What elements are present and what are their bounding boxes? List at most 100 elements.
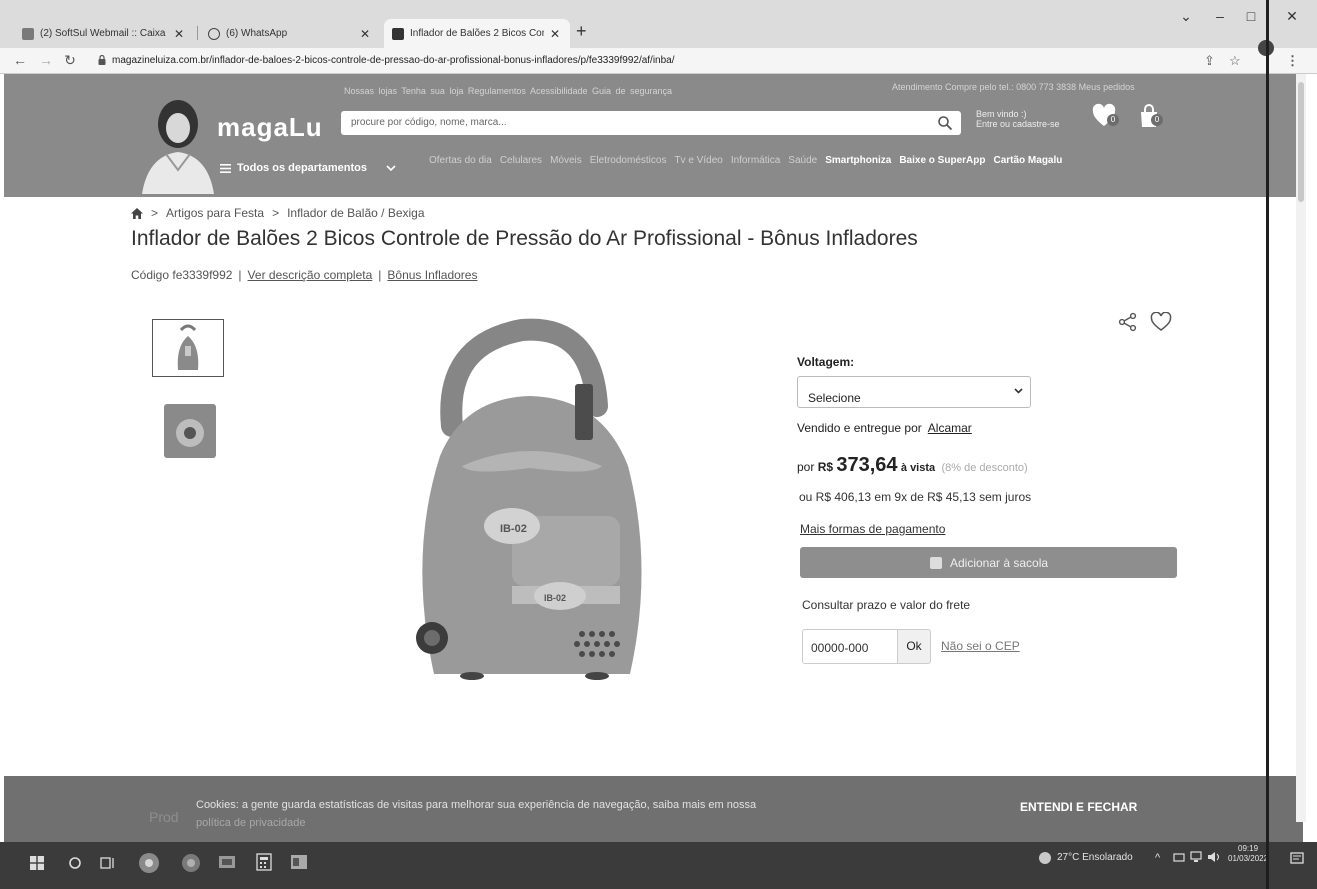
weather-sun-icon[interactable] [1038, 851, 1052, 865]
chrome-icon[interactable] [138, 852, 160, 874]
notifications-icon[interactable] [1290, 852, 1304, 866]
cookie-text: Cookies: a gente guarda estatísticas de … [196, 799, 757, 811]
seller-link[interactable]: Alcamar [928, 421, 972, 435]
search-circle-icon[interactable] [68, 856, 82, 870]
new-tab-button[interactable]: + [576, 21, 587, 42]
add-to-bag-button[interactable]: Adicionar à sacola [800, 547, 1177, 578]
app-orb-icon[interactable] [181, 853, 201, 873]
tab-title: (2) SoftSul Webmail :: Caixa de e [40, 28, 168, 39]
system-clock[interactable]: 09:19 01/03/2022 [1228, 844, 1268, 864]
tab-strip: (2) SoftSul Webmail :: Caixa de e ✕ (6) … [0, 0, 1317, 48]
breadcrumb-item-inflador[interactable]: Inflador de Balão / Bexiga [287, 206, 424, 220]
calculator-icon[interactable] [256, 853, 272, 871]
share-page-icon[interactable]: ⇪ [1204, 53, 1215, 69]
cookie-banner: Prod Cookies: a gente guarda estatística… [4, 776, 1303, 842]
product-meta: Código fe3339f992 | Ver descrição completa… [131, 268, 477, 282]
volume-icon[interactable] [1207, 851, 1221, 863]
price-value: 373,64 [836, 454, 898, 476]
cart-count-badge: 0 [1151, 114, 1163, 126]
url-field[interactable]: magazineluiza.com.br/inflador-de-baloes-… [112, 55, 675, 66]
back-arrow-icon[interactable]: ← [12, 52, 28, 68]
media-app-icon[interactable] [218, 854, 236, 870]
search-input[interactable]: procure por código, nome, marca... [351, 117, 507, 128]
bookmark-star-icon[interactable]: ☆ [1229, 53, 1241, 69]
tab-close-icon[interactable]: ✕ [358, 27, 372, 41]
thumbnail-1[interactable] [152, 319, 224, 377]
network-icon[interactable] [1190, 851, 1202, 863]
discount-text: (8% de desconto) [941, 462, 1028, 474]
maximize-button[interactable]: □ [1241, 8, 1261, 24]
weather-text[interactable]: 27°C Ensolarado [1057, 852, 1133, 863]
top-links[interactable]: Nossas lojas Tenha sua loja Regulamentos… [344, 86, 672, 96]
tab-close-icon[interactable]: ✕ [548, 27, 562, 41]
search-bar[interactable]: procure por código, nome, marca... [341, 111, 961, 135]
freight-label: Consultar prazo e valor do frete [802, 598, 971, 612]
category-link[interactable]: Móveis [550, 155, 582, 166]
cep-ok-button[interactable]: Ok [898, 629, 931, 664]
cep-value: 00000-000 [811, 641, 869, 655]
close-window-button[interactable]: ✕ [1282, 8, 1302, 25]
chevron-down-icon [386, 165, 396, 171]
product-title: Inflador de Balões 2 Bicos Controle de P… [131, 227, 918, 250]
full-description-link[interactable]: Ver descrição completa [248, 268, 373, 282]
thumbnail-control-panel-image [164, 404, 216, 458]
tab-whatsapp[interactable]: (6) WhatsApp ✕ [200, 19, 380, 48]
office-doc-icon[interactable] [290, 854, 308, 870]
scrollbar-thumb[interactable] [1298, 82, 1304, 202]
tab-softsul-webmail[interactable]: (2) SoftSul Webmail :: Caixa de e ✕ [14, 19, 194, 48]
divider: | [378, 268, 382, 282]
wishlist-count-badge: 0 [1107, 114, 1119, 126]
account-links[interactable]: Atendimento Compre pelo tel.: 0800 773 3… [892, 82, 1135, 92]
chevron-down-icon [1014, 388, 1023, 394]
divider: | [238, 268, 242, 282]
price-block: por R$ 373,64 à vista (8% de desconto) [797, 454, 1028, 477]
category-link[interactable]: Ofertas do dia [429, 155, 492, 166]
tab-divider [197, 26, 198, 40]
voltage-select[interactable]: Selecione [797, 376, 1031, 408]
thumbnail-2[interactable] [152, 398, 224, 458]
category-link[interactable]: Informática [731, 155, 780, 166]
category-link[interactable]: Eletrodomésticos [590, 155, 667, 166]
scan-edge-line [1266, 0, 1269, 889]
category-link[interactable]: Celulares [500, 155, 542, 166]
mascot-lu-image [142, 100, 214, 194]
reload-icon[interactable]: ↻ [62, 52, 78, 69]
favorite-heart-icon[interactable] [1150, 312, 1172, 332]
no-cep-link[interactable]: Não sei o CEP [941, 639, 1020, 653]
tray-chevron-icon[interactable]: ^ [1155, 852, 1160, 864]
tab-close-icon[interactable]: ✕ [172, 27, 186, 41]
price-suffix: à vista [900, 462, 936, 474]
more-payment-options-link[interactable]: Mais formas de pagamento [800, 522, 945, 536]
search-icon[interactable] [937, 115, 953, 131]
category-link[interactable]: Saúde [788, 155, 817, 166]
departments-menu[interactable]: Todos os departamentos [220, 162, 396, 174]
minimize-button[interactable]: – [1210, 8, 1230, 24]
windows-start-icon[interactable] [30, 856, 44, 870]
welcome-login[interactable]: Bem vindo :) Entre ou cadastre-se [976, 109, 1060, 129]
task-view-icon[interactable] [100, 856, 116, 870]
category-link[interactable]: Smartphoniza [825, 155, 891, 166]
sold-by-text: Vendido e entregue por [797, 421, 922, 435]
magalu-logo[interactable]: magaLu [217, 112, 323, 143]
share-icon[interactable] [1118, 312, 1138, 332]
voltage-selected-value: Selecione [808, 391, 861, 405]
tab-inflador-active[interactable]: Inflador de Balões 2 Bicos Contr ✕ [384, 19, 570, 48]
onedrive-icon[interactable] [1173, 851, 1185, 863]
category-link[interactable]: Cartão Magalu [993, 155, 1062, 166]
cep-input[interactable]: 00000-000 [802, 629, 898, 664]
category-link[interactable]: Baixe o SuperApp [899, 155, 985, 166]
category-link[interactable]: Tv e Vídeo [674, 155, 722, 166]
home-icon[interactable] [131, 207, 143, 219]
privacy-policy-link[interactable]: política de privacidade [196, 814, 916, 832]
login-link[interactable]: Entre ou cadastre-se [976, 119, 1060, 129]
breadcrumb-item-artigos-para-festa[interactable]: Artigos para Festa [166, 206, 264, 220]
accept-cookies-button[interactable]: ENTENDI E FECHAR [1020, 800, 1137, 814]
brand-link[interactable]: Bônus Infladores [387, 268, 477, 282]
product-label-text: IB-02 [544, 593, 566, 603]
tab-search-chevron-icon[interactable]: ⌄ [1176, 8, 1196, 25]
browser-menu-icon[interactable]: ⋮ [1286, 53, 1299, 69]
tab-title: Inflador de Balões 2 Bicos Contr [410, 28, 544, 39]
forward-arrow-icon[interactable]: → [38, 52, 54, 68]
product-main-image[interactable]: IB-02 IB-02 [392, 316, 662, 684]
clock-date: 01/03/2022 [1228, 854, 1269, 863]
